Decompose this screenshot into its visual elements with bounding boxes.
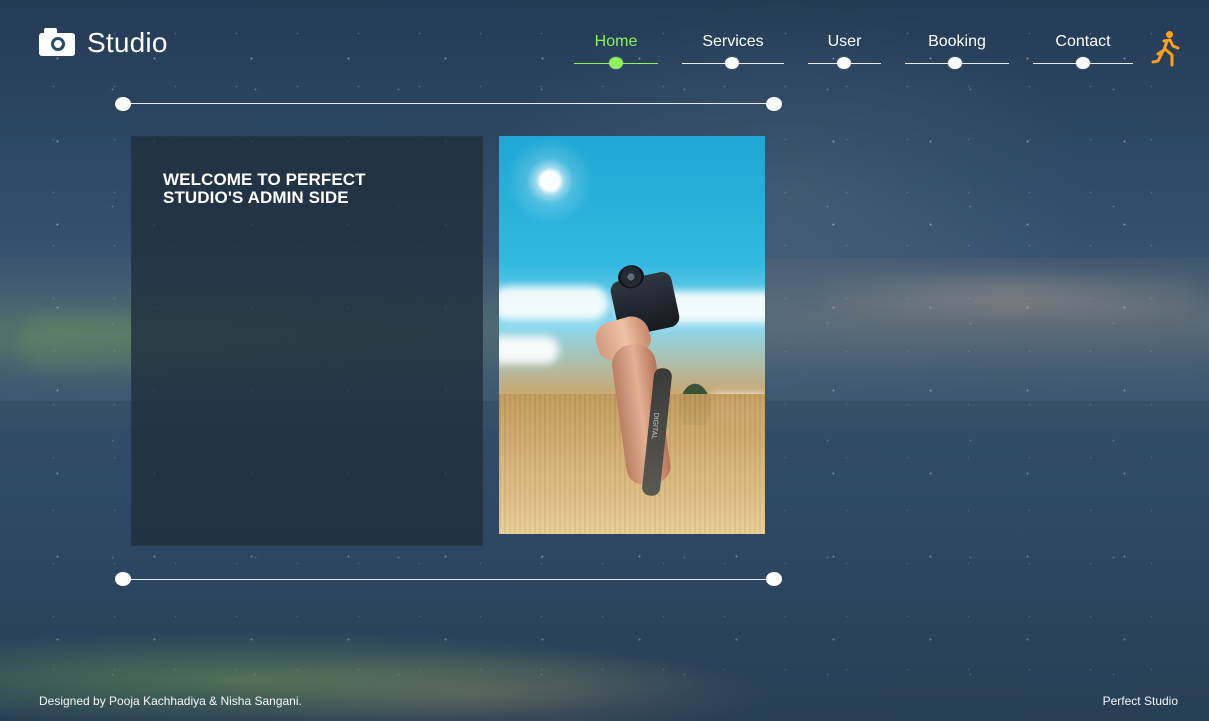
hero-bottom-rule — [123, 579, 775, 580]
nav-item-user[interactable]: User — [808, 33, 881, 73]
nav-label-contact: Contact — [1055, 33, 1111, 50]
background-cloud-right — [820, 277, 1198, 313]
welcome-title: WELCOME TO PERFECT STUDIO'S ADMIN SIDE — [163, 170, 366, 208]
brand[interactable]: Studio — [39, 27, 168, 57]
main-navigation: Home Services User Booking Contact — [574, 33, 1133, 73]
nav-dot-contact — [1076, 57, 1090, 69]
hero-top-right-dot — [766, 97, 782, 111]
hero-bottom-right-dot — [766, 572, 782, 586]
nav-label-booking: Booking — [928, 33, 986, 50]
camera-icon — [39, 28, 77, 56]
footer-credit: Designed by Pooja Kachhadiya & Nisha San… — [39, 694, 302, 708]
nav-label-services: Services — [702, 33, 764, 50]
nav-dot-home — [609, 57, 623, 69]
nav-item-contact[interactable]: Contact — [1033, 33, 1133, 73]
nav-item-home[interactable]: Home — [574, 33, 658, 73]
top-bar: Studio Home Services User Booking Contac… — [0, 0, 1209, 80]
hero-top-left-dot — [115, 97, 131, 111]
brand-name: Studio — [87, 27, 168, 58]
hero-photo: DIGITAL — [499, 136, 765, 534]
nav-label-user: User — [827, 33, 862, 50]
photo-sun — [499, 136, 605, 236]
runner-icon[interactable] — [1151, 30, 1181, 68]
nav-dot-booking — [948, 57, 962, 69]
photo-cloud-low-left — [499, 336, 559, 364]
hero-top-rule — [123, 103, 775, 104]
nav-dot-services — [725, 57, 739, 69]
hero-bottom-left-dot — [115, 572, 131, 586]
camera-lens — [51, 37, 65, 51]
photo-cloud-left — [499, 286, 609, 320]
footer-brand: Perfect Studio — [1102, 694, 1178, 708]
nav-item-booking[interactable]: Booking — [905, 33, 1009, 73]
welcome-panel: WELCOME TO PERFECT STUDIO'S ADMIN SIDE — [131, 136, 483, 546]
nav-dot-user — [837, 57, 851, 69]
studio-admin-page: Studio Home Services User Booking Contac… — [0, 0, 1209, 721]
nav-label-home: Home — [594, 33, 638, 50]
nav-item-services[interactable]: Services — [682, 33, 784, 73]
